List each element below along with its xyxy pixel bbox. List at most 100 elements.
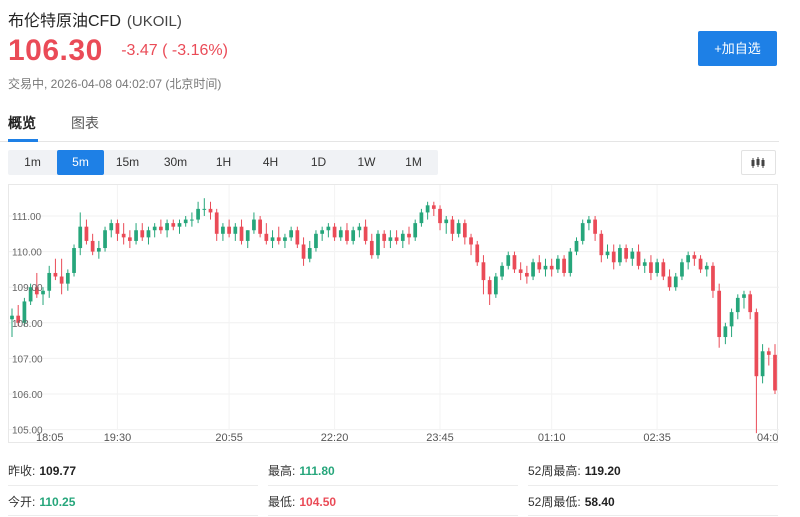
stat-open: 今开: 110.25	[8, 495, 76, 509]
candle-body	[320, 230, 325, 234]
candle-body	[289, 230, 294, 238]
candle-body	[394, 237, 399, 241]
candle-body	[53, 272, 58, 277]
stat-low-value: 104.50	[299, 495, 337, 509]
candle-body	[245, 230, 250, 241]
candle-body	[65, 272, 70, 284]
candle-body	[748, 294, 753, 313]
x-tick-label: 20:55	[215, 432, 243, 444]
candle-body	[109, 223, 114, 231]
candle-body	[711, 265, 715, 291]
candle-body	[103, 230, 107, 249]
period-1mo[interactable]: 1M	[390, 150, 437, 175]
candle-body	[84, 226, 89, 241]
candle-body	[704, 265, 709, 270]
price-row: 106.30 -3.47 ( -3.16%)	[8, 34, 228, 68]
candlestick-chart: 111.00110.00109.00108.00107.00106.00105.…	[9, 185, 779, 444]
instrument-title: 布伦特原油CFD (UKOIL)	[8, 7, 182, 31]
tab-chart[interactable]: 图表	[71, 113, 99, 133]
candle-body	[221, 226, 225, 234]
candle-body	[543, 265, 548, 270]
candle-body	[407, 233, 411, 238]
period-4h[interactable]: 4H	[247, 150, 294, 175]
candle-body	[475, 244, 480, 263]
candle-body	[580, 223, 585, 241]
candle-body	[599, 233, 604, 256]
stat-52w-high-value: 119.20	[584, 464, 621, 478]
candle-body	[90, 240, 95, 252]
divider	[528, 485, 778, 486]
period-15m[interactable]: 15m	[104, 150, 151, 175]
candle-body	[283, 237, 287, 241]
current-price: 106.30	[8, 34, 103, 67]
candle-body	[96, 248, 101, 252]
period-1w[interactable]: 1W	[343, 150, 390, 175]
candle-body	[456, 223, 461, 234]
candle-body	[115, 223, 120, 234]
candle-body	[692, 255, 697, 259]
candle-body	[177, 223, 182, 227]
candle-body	[270, 237, 275, 241]
period-1m[interactable]: 1m	[9, 150, 56, 175]
stat-52w-low: 52周最低: 58.40	[528, 495, 615, 509]
candle-body	[258, 219, 262, 234]
period-selector: 1m 5m 15m 30m 1H 4H 1D 1W 1M	[8, 150, 438, 175]
tab-bar: 概览 图表	[0, 108, 779, 142]
stat-low: 最低: 104.50	[268, 495, 337, 509]
period-30m[interactable]: 30m	[152, 150, 199, 175]
candle-body	[326, 226, 331, 231]
candle-body	[369, 240, 374, 256]
candle-body	[214, 212, 219, 234]
candle-body	[332, 226, 337, 238]
y-tick-label: 111.00	[12, 212, 42, 223]
candle-body	[481, 262, 486, 281]
candle-body	[742, 294, 746, 298]
chart-type-button[interactable]	[741, 150, 776, 175]
period-1d[interactable]: 1D	[295, 150, 342, 175]
candle-body	[506, 255, 511, 266]
tab-overview[interactable]: 概览	[8, 113, 36, 133]
price-chart[interactable]: 111.00 110.00 109.00 108.00 107.00 106.00 105.…	[8, 184, 779, 444]
divider	[528, 515, 778, 516]
instrument-name: 布伦特原油CFD	[8, 13, 121, 30]
candle-body	[121, 233, 126, 238]
trading-status: 交易中, 2026-04-08 04:02:07 (北京时间)	[8, 77, 222, 91]
candle-body	[661, 262, 666, 277]
candle-body	[680, 262, 684, 277]
x-tick-label: 19:30	[104, 432, 132, 444]
candle-body	[183, 219, 188, 224]
y-tick-label: 109.00	[12, 283, 43, 294]
candle-body	[462, 223, 467, 238]
candle-body	[400, 233, 405, 241]
candle-body	[301, 244, 306, 259]
period-5m[interactable]: 5m	[57, 150, 104, 175]
candle-body	[611, 251, 616, 263]
stat-high-value: 111.80	[299, 464, 335, 478]
candle-body	[754, 312, 759, 377]
active-tab-indicator	[8, 139, 38, 142]
candle-body	[618, 248, 622, 263]
candle-body	[487, 280, 492, 295]
add-to-watchlist-button[interactable]: +加自选	[698, 31, 777, 66]
candle-body	[72, 248, 76, 273]
candle-body	[450, 219, 455, 234]
stat-prev-close: 昨收: 109.77	[8, 464, 77, 478]
candle-body	[233, 226, 238, 234]
instrument-code: (UKOIL)	[126, 13, 182, 30]
candle-body	[729, 312, 734, 327]
x-tick-label: 18:05	[36, 432, 64, 444]
candle-body	[773, 354, 777, 391]
x-tick-label: 04:0	[757, 432, 778, 444]
period-1h[interactable]: 1H	[200, 150, 247, 175]
y-tick-label: 108.00	[12, 319, 43, 330]
candle-body	[556, 258, 560, 270]
candle-body	[605, 251, 610, 256]
divider	[268, 515, 518, 516]
candle-body	[190, 219, 194, 221]
candle-body	[686, 255, 691, 263]
candle-body	[562, 258, 566, 273]
candle-body	[438, 208, 442, 224]
candle-body	[146, 230, 151, 238]
stat-prev-close-value: 109.77	[39, 464, 77, 478]
candle-body	[208, 208, 213, 213]
